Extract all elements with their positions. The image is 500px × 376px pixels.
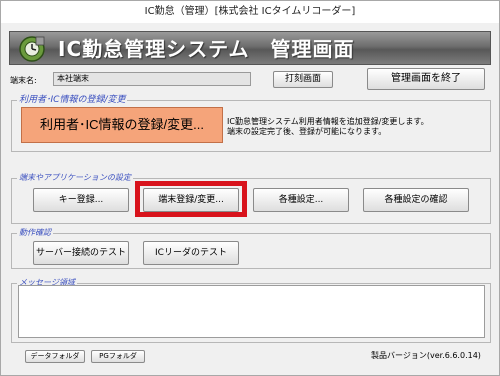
description-line: IC勤怠管理システム利用者情報を追加登録/変更します。 bbox=[227, 117, 429, 126]
description-line: 端末の設定完了後、登録が可能になります。 bbox=[227, 127, 387, 136]
highlight-box bbox=[135, 181, 247, 217]
settings-section-label: 端末やアプリケーションの設定 bbox=[17, 173, 133, 183]
version-label: 製品バージョン(ver.6.6.0.14) bbox=[371, 351, 481, 360]
data-folder-button[interactable]: データフォルダ bbox=[25, 350, 85, 363]
server-test-button[interactable]: サーバー接続のテスト bbox=[33, 241, 129, 265]
pg-folder-button[interactable]: PGフォルダ bbox=[91, 350, 145, 363]
check-section-label: 動作確認 bbox=[17, 228, 53, 238]
ic-reader-test-button[interactable]: ICリーダのテスト bbox=[143, 241, 239, 265]
user-section-label: 利用者･IC情報の登録/変更 bbox=[17, 95, 128, 105]
message-area[interactable] bbox=[18, 285, 485, 338]
header-banner: IC勤怠管理システム 管理画面 bbox=[9, 31, 491, 65]
clock-gear-icon bbox=[19, 36, 45, 62]
page-title: IC勤怠管理システム 管理画面 bbox=[58, 37, 355, 61]
exit-admin-button[interactable]: 管理画面を終了 bbox=[367, 68, 485, 90]
punch-screen-button[interactable]: 打刻画面 bbox=[273, 71, 333, 88]
user-ic-register-button[interactable]: 利用者･IC情報の登録/変更... bbox=[21, 107, 223, 143]
user-section-description: IC勤怠管理システム利用者情報を追加登録/変更します。 端末の設定完了後、登録が… bbox=[227, 117, 487, 137]
key-register-button[interactable]: キー登録... bbox=[33, 188, 129, 212]
settings-confirm-button[interactable]: 各種設定の確認 bbox=[363, 188, 469, 212]
misc-settings-button[interactable]: 各種設定... bbox=[253, 188, 349, 212]
window-title: IC勤怠（管理）[株式会社 ICタイムリコーダー] bbox=[1, 1, 499, 23]
app-window: IC勤怠（管理）[株式会社 ICタイムリコーダー] IC勤怠管理システム 管理画… bbox=[0, 0, 500, 376]
terminal-name-field: 本社端末 bbox=[53, 72, 251, 86]
terminal-label: 端末名: bbox=[10, 76, 37, 85]
